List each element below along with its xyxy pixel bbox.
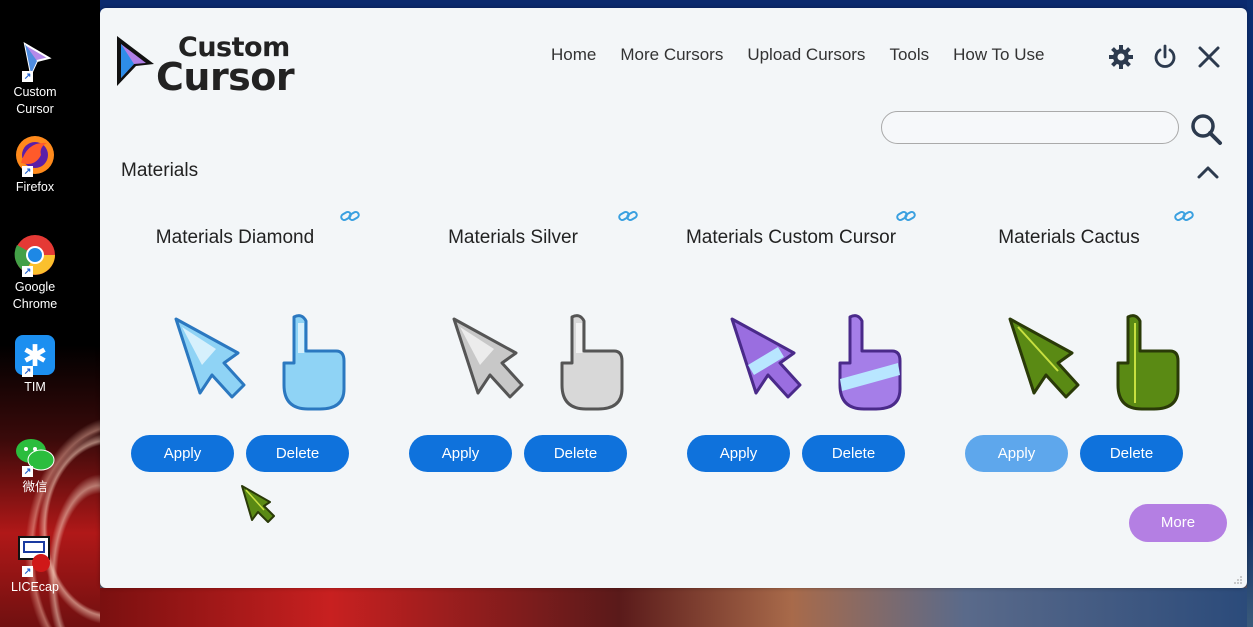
desktop-icon-wechat[interactable]: ↗ 微信 [2,433,68,496]
desktop-icon-custom-cursor[interactable]: ↗ Custom Cursor [2,38,68,118]
cursor-card: Materials Cactus Apply Delete [954,203,1194,483]
section-title: Materials [121,160,199,181]
nav-upload-cursors[interactable]: Upload Cursors [747,45,865,65]
shortcut-arrow-icon: ↗ [22,566,33,577]
desktop-icon-google-chrome[interactable]: ↗ Google Chrome [2,233,68,313]
active-cactus-mouse-cursor [241,485,275,523]
cactus-cursor-preview [1008,314,1180,411]
more-button[interactable]: More [1129,504,1227,542]
desktop-icon-tim[interactable]: ✱ ↗ TIM [2,333,68,396]
nav-more-cursors[interactable]: More Cursors [620,45,723,65]
apply-button[interactable]: Apply [965,435,1068,472]
shortcut-arrow-icon: ↗ [22,266,33,277]
delete-button[interactable]: Delete [802,435,905,472]
close-icon[interactable] [1196,44,1222,70]
diamond-cursor-preview [174,314,346,411]
desktop-icon-label: Google [14,280,56,294]
apply-button[interactable]: Apply [687,435,790,472]
card-title: Materials Custom Cursor [685,227,897,248]
card-title: Materials Silver [448,227,578,248]
desktop-icon-licecap[interactable]: ↗ LICEcap [2,533,68,596]
link-icon[interactable] [618,209,638,223]
logo-text-bottom: Cursor [156,55,295,99]
desktop-icon-label: Cursor [16,102,54,116]
link-icon[interactable] [340,209,360,223]
desktop-icon-label: TIM [24,380,46,394]
cursor-card: Materials Silver Apply Delete [398,203,638,483]
card-title: Materials Diamond [155,227,315,248]
chrome-icon: ↗ [13,233,57,277]
silver-cursor-preview [452,314,624,411]
logo-cursor-icon [117,36,154,86]
delete-button[interactable]: Delete [524,435,627,472]
tim-icon: ✱ ↗ [13,333,57,377]
delete-button[interactable]: Delete [246,435,349,472]
firefox-icon: ↗ [13,133,57,177]
power-icon[interactable] [1152,44,1178,70]
desktop-icon-label: 微信 [22,480,48,494]
wechat-icon: ↗ [13,433,57,477]
resize-grip-icon[interactable] [1233,575,1243,585]
desktop-icon-label: Custom [13,85,57,99]
delete-button[interactable]: Delete [1080,435,1183,472]
desktop-icon-label: LICEcap [11,580,59,594]
desktop-icon-label: Chrome [12,297,58,311]
card-title: Materials Cactus [998,227,1140,248]
main-nav: Home More Cursors Upload Cursors Tools H… [551,45,1068,65]
shortcut-arrow-icon: ↗ [22,166,33,177]
custom-cursor-preview [730,314,902,411]
custom-cursor-app-icon: ↗ [13,38,57,82]
search-icon[interactable] [1189,112,1223,146]
desktop-icon-firefox[interactable]: ↗ Firefox [2,133,68,196]
desktop-icon-label: Firefox [15,180,55,194]
licecap-icon: ↗ [13,533,57,577]
shortcut-arrow-icon: ↗ [22,466,33,477]
cursor-card: Materials Custom Cursor Apply Delete [676,203,916,483]
link-icon[interactable] [896,209,916,223]
nav-home[interactable]: Home [551,45,596,65]
desktop-wallpaper-bottom [100,588,1253,627]
chevron-up-icon[interactable] [1196,162,1220,182]
apply-button[interactable]: Apply [409,435,512,472]
shortcut-arrow-icon: ↗ [22,366,33,377]
app-window: Custom Cursor Home More Cursors Upload C… [100,8,1247,588]
desktop-wallpaper-right [1247,0,1253,627]
nav-how-to-use[interactable]: How To Use [953,45,1044,65]
nav-tools[interactable]: Tools [889,45,929,65]
app-logo: Custom Cursor [114,30,295,99]
search-input[interactable] [881,111,1179,144]
settings-gear-icon[interactable] [1108,44,1134,70]
link-icon[interactable] [1174,209,1194,223]
apply-button[interactable]: Apply [131,435,234,472]
cursor-card: Materials Diamond Apply Delete [120,203,360,483]
shortcut-arrow-icon: ↗ [22,71,33,82]
